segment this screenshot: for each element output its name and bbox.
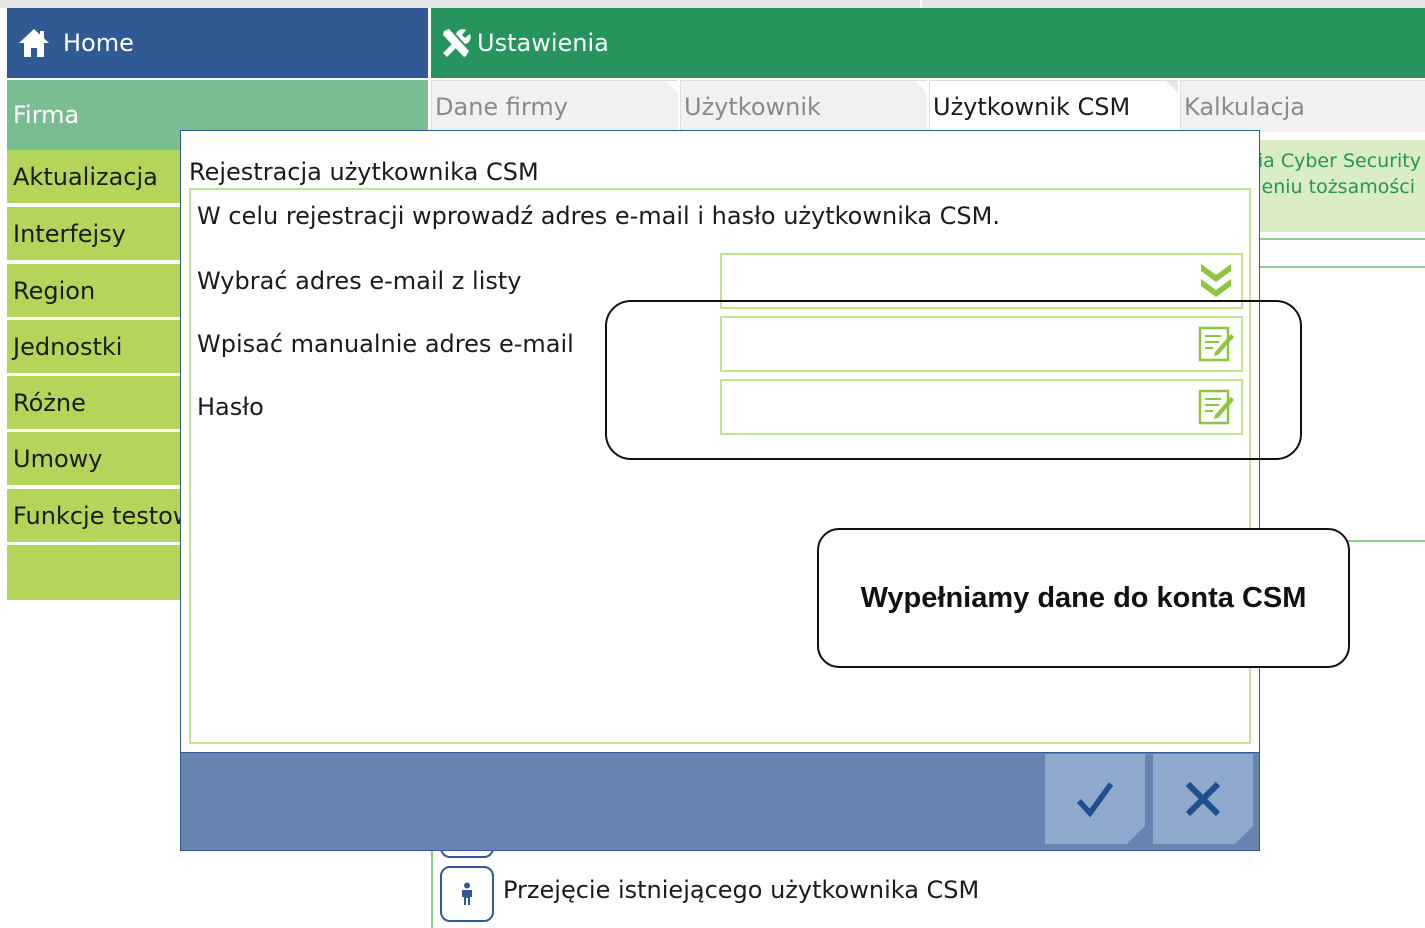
confirm-button[interactable] [1045, 754, 1145, 844]
tab-dane-firmy[interactable]: Dane firmy [431, 80, 678, 132]
home-icon [19, 29, 49, 57]
tools-icon [443, 29, 471, 57]
cancel-button[interactable] [1153, 754, 1253, 844]
check-icon [1076, 782, 1114, 818]
info-line-1: ia Cyber Security [1257, 150, 1421, 172]
cyber-security-info: ia Cyber Security eniu tożsamości [1250, 140, 1425, 232]
tab-label: Kalkulacja [1184, 92, 1306, 121]
sidebar-item-interfejsy[interactable]: Interfejsy [7, 207, 182, 262]
annotation-highlight-frame [605, 300, 1302, 460]
annotation-callout: Wypełniamy dane do konta CSM [817, 528, 1350, 668]
home-label: Home [63, 29, 134, 57]
email-manual-label: Wpisać manualnie adres e-mail [197, 330, 574, 358]
takeover-user-button[interactable] [440, 866, 494, 922]
close-icon [1185, 781, 1221, 817]
content-border [431, 845, 433, 928]
takeover-user-label: Przejęcie istniejącego użytkownika CSM [503, 876, 980, 904]
sidebar-item-umowy[interactable]: Umowy [7, 432, 182, 487]
background-panel-header [1255, 238, 1425, 268]
sidebar-item-funkcje-testowe[interactable]: Funkcje testow [7, 489, 182, 544]
tab-label: Użytkownik [684, 92, 821, 121]
home-button[interactable]: Home [7, 8, 428, 78]
tab-label: Dane firmy [435, 92, 568, 121]
sidebar-item-region[interactable]: Region [7, 264, 182, 319]
tab-uzytkownik[interactable]: Użytkownik [680, 80, 927, 132]
settings-header: Ustawienia [431, 8, 1425, 78]
email-list-label: Wybrać adres e-mail z listy [197, 267, 522, 295]
sidebar-empty-slot [7, 545, 182, 600]
tab-label: Użytkownik CSM [933, 92, 1131, 121]
chevron-double-down-icon [1201, 264, 1231, 297]
top-strip [0, 0, 1425, 8]
settings-title: Ustawienia [477, 29, 609, 57]
tab-kalkulacja[interactable]: Kalkulacja [1180, 80, 1425, 132]
dialog-instruction: W celu rejestracji wprowadź adres e-mail… [197, 202, 1001, 230]
tab-uzytkownik-csm[interactable]: Użytkownik CSM [929, 80, 1178, 132]
sidebar-item-rozne[interactable]: Różne [7, 376, 182, 431]
annotation-text: Wypełniamy dane do konta CSM [860, 581, 1307, 614]
password-label: Hasło [197, 393, 264, 421]
person-icon [462, 882, 472, 905]
dialog-title: Rejestracja użytkownika CSM [189, 158, 539, 186]
info-line-2: eniu tożsamości [1261, 176, 1415, 198]
sidebar-item-jednostki[interactable]: Jednostki [7, 320, 182, 375]
sidebar-item-aktualizacja[interactable]: Aktualizacja [7, 150, 182, 205]
